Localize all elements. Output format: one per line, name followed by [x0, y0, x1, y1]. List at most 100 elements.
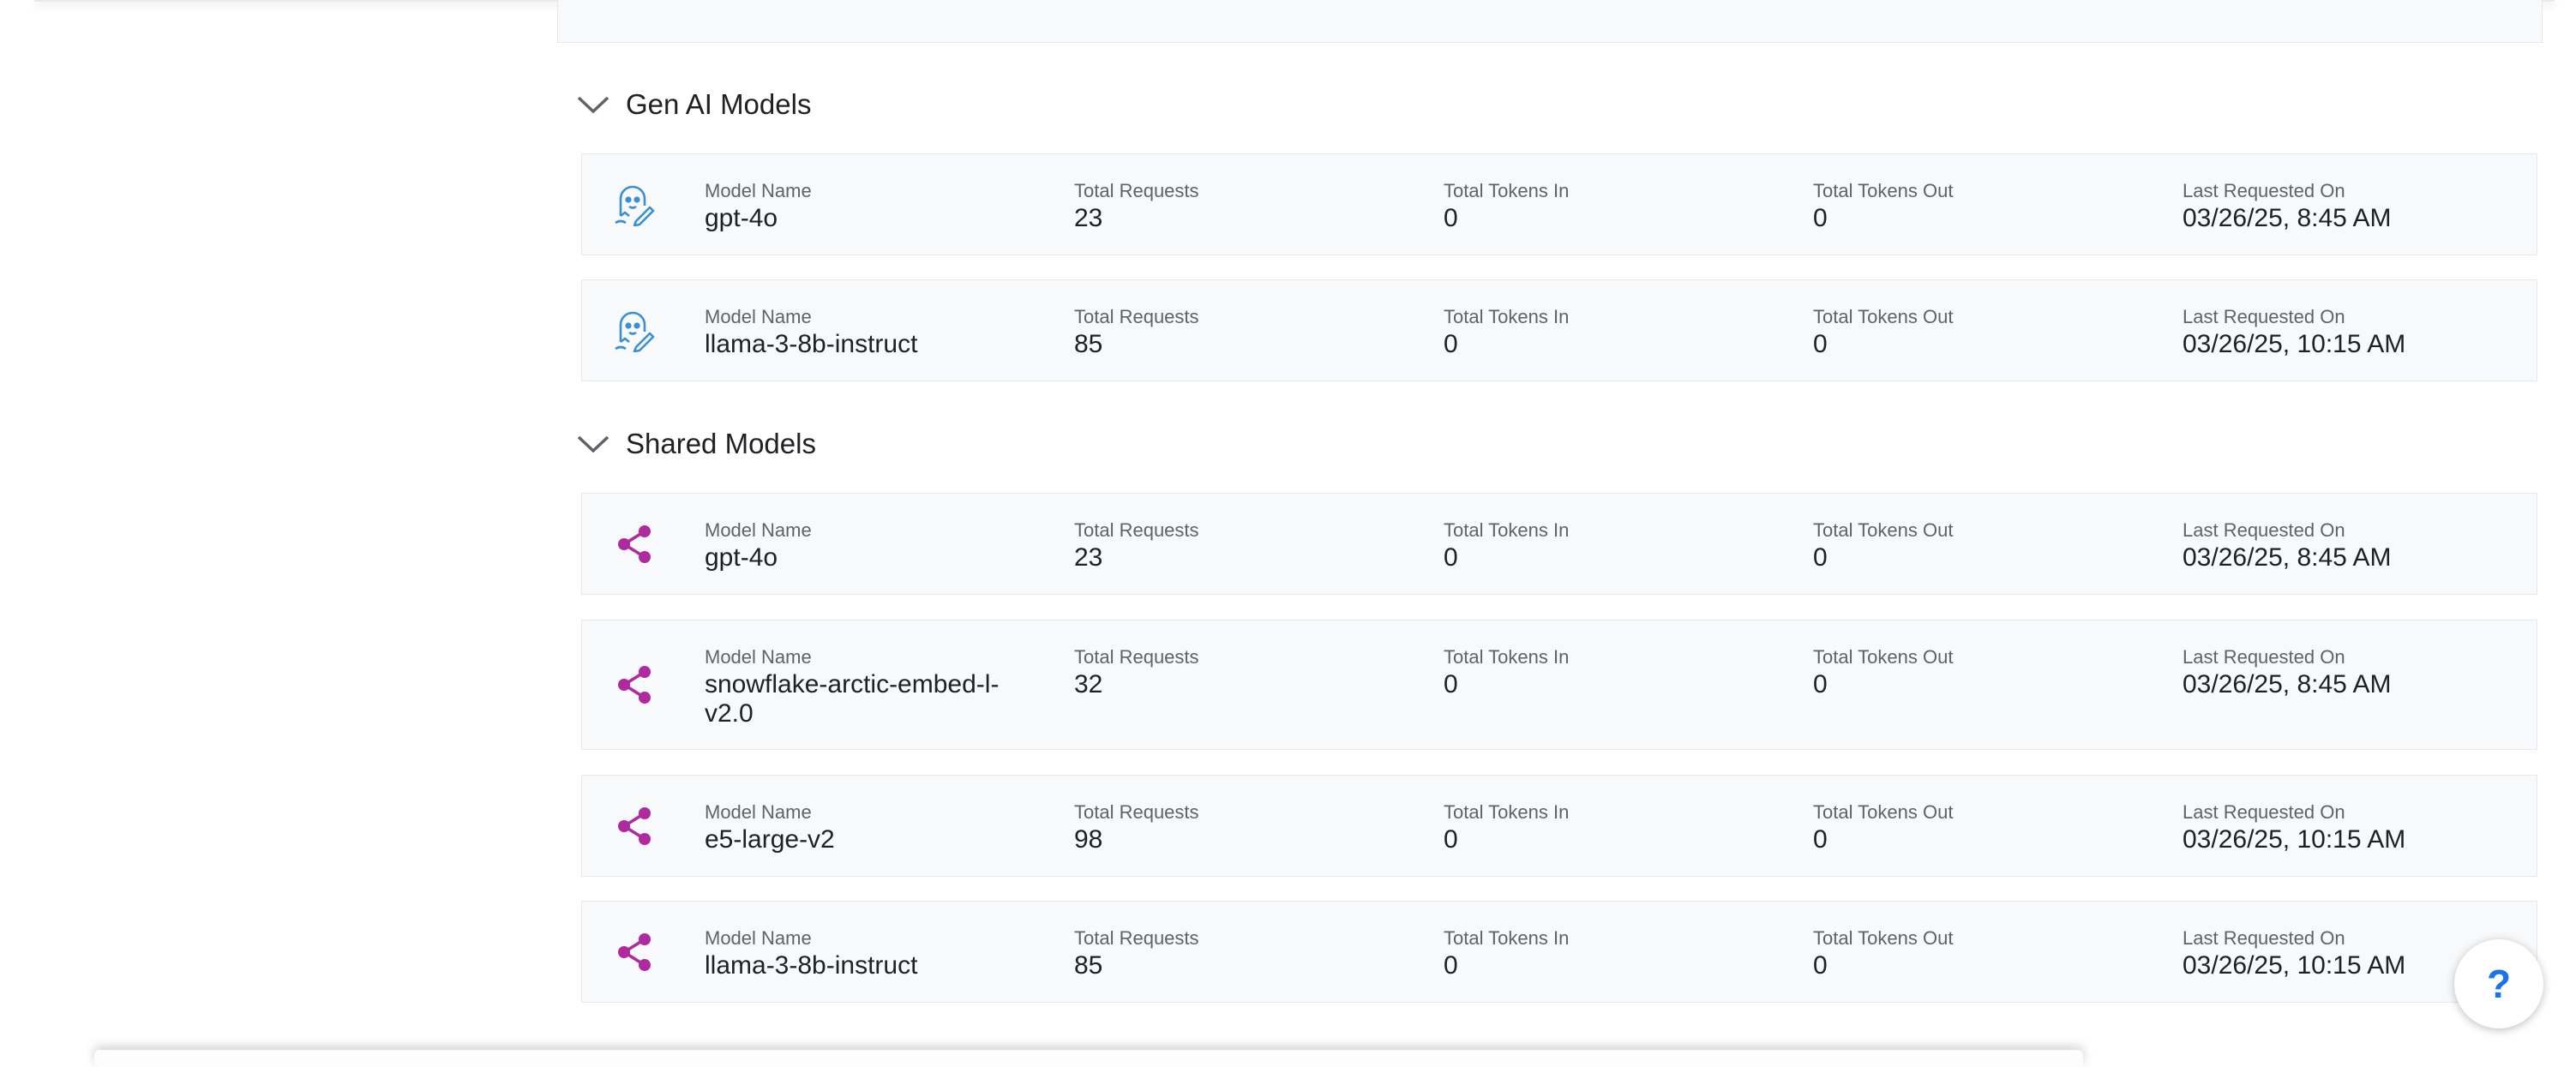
- total-requests-field: Total Requests 85: [1074, 306, 1199, 359]
- share-icon: [613, 931, 656, 974]
- last-requested-value: 03/26/25, 10:15 AM: [2183, 825, 2406, 854]
- last-requested-field: Last Requested On 03/26/25, 10:15 AM: [2183, 927, 2405, 980]
- total-requests-value: 85: [1074, 951, 1103, 980]
- model-name-field: Model Name llama-3-8b-instruct: [705, 927, 1030, 980]
- field-label: Total Tokens In: [1444, 306, 1570, 327]
- field-label: Total Tokens In: [1444, 801, 1570, 823]
- field-label: Total Tokens Out: [1813, 801, 1954, 823]
- model-name-value: gpt-4o: [705, 543, 778, 572]
- model-name-value: gpt-4o: [705, 204, 778, 232]
- last-requested-field: Last Requested On 03/26/25, 10:15 AM: [2183, 306, 2405, 359]
- bottom-panel-edge: [94, 1050, 2083, 1067]
- genai-model-icon: [613, 183, 656, 226]
- field-label: Model Name: [705, 646, 812, 668]
- tokens-out-value: 0: [1813, 951, 1828, 980]
- last-requested-value: 03/26/25, 8:45 AM: [2183, 670, 2392, 698]
- model-name-field: Model Name llama-3-8b-instruct: [705, 306, 1030, 359]
- field-label: Total Requests: [1074, 306, 1199, 327]
- tokens-out-value: 0: [1813, 204, 1828, 232]
- tokens-out-field: Total Tokens Out 0: [1813, 306, 1953, 359]
- field-label: Total Requests: [1074, 927, 1199, 949]
- field-label: Model Name: [705, 801, 812, 823]
- total-requests-value: 98: [1074, 825, 1103, 854]
- field-label: Model Name: [705, 180, 812, 201]
- last-requested-value: 03/26/25, 10:15 AM: [2183, 330, 2406, 358]
- total-requests-field: Total Requests 85: [1074, 927, 1199, 980]
- tokens-in-value: 0: [1444, 670, 1458, 698]
- last-requested-field: Last Requested On 03/26/25, 8:45 AM: [2183, 180, 2392, 233]
- help-button[interactable]: ?: [2454, 939, 2543, 1028]
- model-card[interactable]: Model Name gpt-4o Total Requests 23 Tota…: [581, 493, 2537, 595]
- field-label: Total Tokens Out: [1813, 646, 1954, 668]
- tokens-in-value: 0: [1444, 543, 1458, 572]
- last-requested-value: 03/26/25, 8:45 AM: [2183, 543, 2392, 572]
- last-requested-field: Last Requested On 03/26/25, 8:45 AM: [2183, 646, 2392, 699]
- field-label: Model Name: [705, 306, 812, 327]
- field-label: Total Tokens Out: [1813, 927, 1954, 949]
- field-label: Total Tokens In: [1444, 927, 1570, 949]
- tokens-out-field: Total Tokens Out 0: [1813, 801, 1953, 854]
- share-icon: [613, 805, 656, 848]
- last-requested-field: Last Requested On 03/26/25, 10:15 AM: [2183, 801, 2405, 854]
- field-label: Last Requested On: [2183, 180, 2345, 201]
- section-title: Shared Models: [626, 428, 816, 459]
- model-name-value: llama-3-8b-instruct: [705, 951, 918, 980]
- field-label: Total Tokens In: [1444, 646, 1570, 668]
- total-requests-value: 32: [1074, 670, 1103, 698]
- last-requested-value: 03/26/25, 10:15 AM: [2183, 951, 2406, 980]
- total-requests-value: 23: [1074, 204, 1103, 232]
- model-card[interactable]: Model Name llama-3-8b-instruct Total Req…: [581, 279, 2537, 381]
- tokens-in-value: 0: [1444, 330, 1458, 358]
- model-card[interactable]: Model Name e5-large-v2 Total Requests 98…: [581, 775, 2537, 877]
- field-label: Total Tokens Out: [1813, 180, 1954, 201]
- tokens-out-field: Total Tokens Out 0: [1813, 927, 1953, 980]
- field-label: Last Requested On: [2183, 646, 2345, 668]
- tokens-in-field: Total Tokens In 0: [1444, 646, 1569, 699]
- field-label: Total Tokens Out: [1813, 306, 1954, 327]
- chevron-down-icon[interactable]: [574, 86, 612, 123]
- last-requested-field: Last Requested On 03/26/25, 8:45 AM: [2183, 519, 2392, 572]
- model-name-value: snowflake-arctic-embed-l-v2.0: [705, 670, 1000, 728]
- share-icon: [613, 663, 656, 706]
- share-icon: [613, 523, 656, 566]
- tokens-out-value: 0: [1813, 543, 1828, 572]
- model-name-value: e5-large-v2: [705, 825, 835, 854]
- field-label: Last Requested On: [2183, 801, 2345, 823]
- tokens-in-field: Total Tokens In 0: [1444, 306, 1569, 359]
- field-label: Last Requested On: [2183, 927, 2345, 949]
- total-requests-value: 85: [1074, 330, 1103, 358]
- tokens-in-field: Total Tokens In 0: [1444, 519, 1569, 572]
- genai-model-icon: [613, 309, 656, 352]
- model-name-field: Model Name gpt-4o: [705, 180, 1030, 233]
- model-card[interactable]: Model Name gpt-4o Total Requests 23 Tota…: [581, 153, 2537, 255]
- model-card[interactable]: Model Name snowflake-arctic-embed-l-v2.0…: [581, 620, 2537, 750]
- tokens-out-value: 0: [1813, 825, 1828, 854]
- field-label: Total Requests: [1074, 519, 1199, 541]
- total-requests-field: Total Requests 32: [1074, 646, 1199, 699]
- tokens-out-value: 0: [1813, 670, 1828, 698]
- tokens-in-field: Total Tokens In 0: [1444, 180, 1569, 233]
- field-label: Total Requests: [1074, 801, 1199, 823]
- field-label: Total Tokens In: [1444, 180, 1570, 201]
- field-label: Total Tokens In: [1444, 519, 1570, 541]
- section-header-shared[interactable]: Shared Models: [574, 418, 816, 470]
- tokens-in-value: 0: [1444, 951, 1458, 980]
- field-label: Model Name: [705, 519, 812, 541]
- field-label: Last Requested On: [2183, 306, 2345, 327]
- section-title: Gen AI Models: [626, 88, 812, 120]
- previous-panel: [557, 0, 2543, 43]
- field-label: Model Name: [705, 927, 812, 949]
- last-requested-value: 03/26/25, 8:45 AM: [2183, 204, 2392, 232]
- section-header-genai[interactable]: Gen AI Models: [574, 79, 811, 130]
- chevron-down-icon[interactable]: [574, 425, 612, 463]
- tokens-in-value: 0: [1444, 204, 1458, 232]
- field-label: Total Tokens Out: [1813, 519, 1954, 541]
- total-requests-value: 23: [1074, 543, 1103, 572]
- tokens-out-field: Total Tokens Out 0: [1813, 180, 1953, 233]
- model-name-value: llama-3-8b-instruct: [705, 330, 918, 358]
- tokens-out-field: Total Tokens Out 0: [1813, 519, 1953, 572]
- field-label: Total Requests: [1074, 180, 1199, 201]
- tokens-in-value: 0: [1444, 825, 1458, 854]
- field-label: Total Requests: [1074, 646, 1199, 668]
- model-card[interactable]: Model Name llama-3-8b-instruct Total Req…: [581, 901, 2537, 1003]
